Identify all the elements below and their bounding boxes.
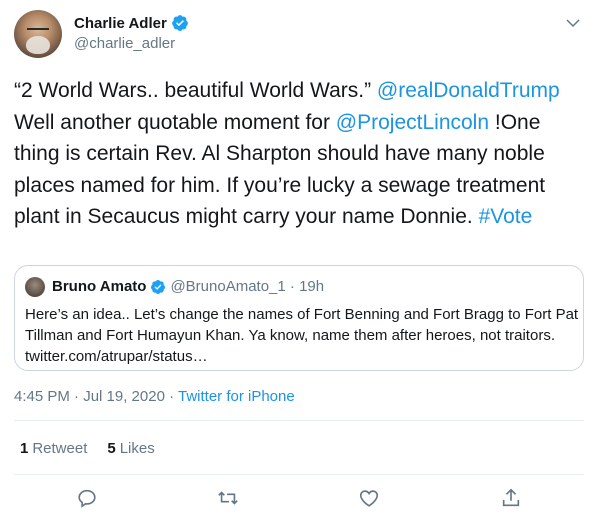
reply-icon	[78, 489, 96, 508]
reply-button[interactable]	[76, 487, 98, 509]
author-handle[interactable]: @charlie_adler	[74, 35, 175, 52]
avatar[interactable]	[14, 10, 62, 58]
quoted-display-name: Bruno Amato	[52, 278, 147, 295]
tweet-link[interactable]: @ProjectLincoln	[336, 111, 489, 134]
retweets-stat[interactable]: 1 Retweet	[20, 440, 87, 457]
tweet-timestamp: 4:45 PM · Jul 19, 2020 · Twitter for iPh…	[14, 388, 295, 405]
quoted-text: Here’s an idea.. Let’s change the names …	[25, 306, 579, 365]
likes-count: 5	[107, 440, 116, 457]
quoted-avatar	[25, 277, 45, 297]
author-display-name[interactable]: Charlie Adler	[74, 15, 167, 32]
verified-badge-icon	[171, 15, 188, 31]
quoted-header: Bruno Amato @BrunoAmato_1 · 19h	[52, 278, 324, 295]
timestamp-text[interactable]: 4:45 PM · Jul 19, 2020 ·	[14, 388, 178, 405]
like-icon	[359, 490, 379, 507]
divider	[14, 474, 584, 475]
author-name-row: Charlie Adler	[74, 14, 189, 32]
likes-stat[interactable]: 5 Likes	[107, 440, 154, 457]
retweets-count: 1	[20, 440, 29, 457]
retweet-icon	[218, 491, 238, 505]
share-button[interactable]	[500, 487, 522, 509]
quoted-handle-time: @BrunoAmato_1 · 19h	[170, 278, 325, 295]
tweet-stats: 1 Retweet 5 Likes	[20, 440, 175, 457]
likes-label: Likes	[119, 440, 155, 457]
caret-down-icon[interactable]	[564, 14, 582, 32]
tweet-link[interactable]: #Vote	[479, 205, 533, 228]
action-bar	[0, 487, 598, 511]
retweets-label: Retweet	[32, 440, 88, 457]
divider	[14, 420, 584, 421]
tweet-text: “2 World Wars.. beautiful World Wars.” @…	[14, 75, 586, 233]
verified-badge-icon	[151, 279, 166, 294]
retweet-button[interactable]	[217, 487, 239, 509]
quoted-tweet[interactable]: Bruno Amato @BrunoAmato_1 · 19h Here’s a…	[14, 265, 584, 371]
avatar-beard	[26, 36, 50, 54]
tweet-link[interactable]: @realDonaldTrump	[377, 79, 560, 102]
tweet-source-link[interactable]: Twitter for iPhone	[178, 388, 295, 405]
avatar-glasses	[27, 28, 49, 33]
like-button[interactable]	[358, 487, 380, 509]
share-icon	[502, 488, 520, 507]
tweet-card: Charlie Adler @charlie_adler “2 World Wa…	[0, 0, 598, 524]
tweet-text-segment: Well another quotable moment for	[14, 110, 336, 134]
tweet-text-segment: “2 World Wars.. beautiful World Wars.”	[14, 79, 377, 102]
